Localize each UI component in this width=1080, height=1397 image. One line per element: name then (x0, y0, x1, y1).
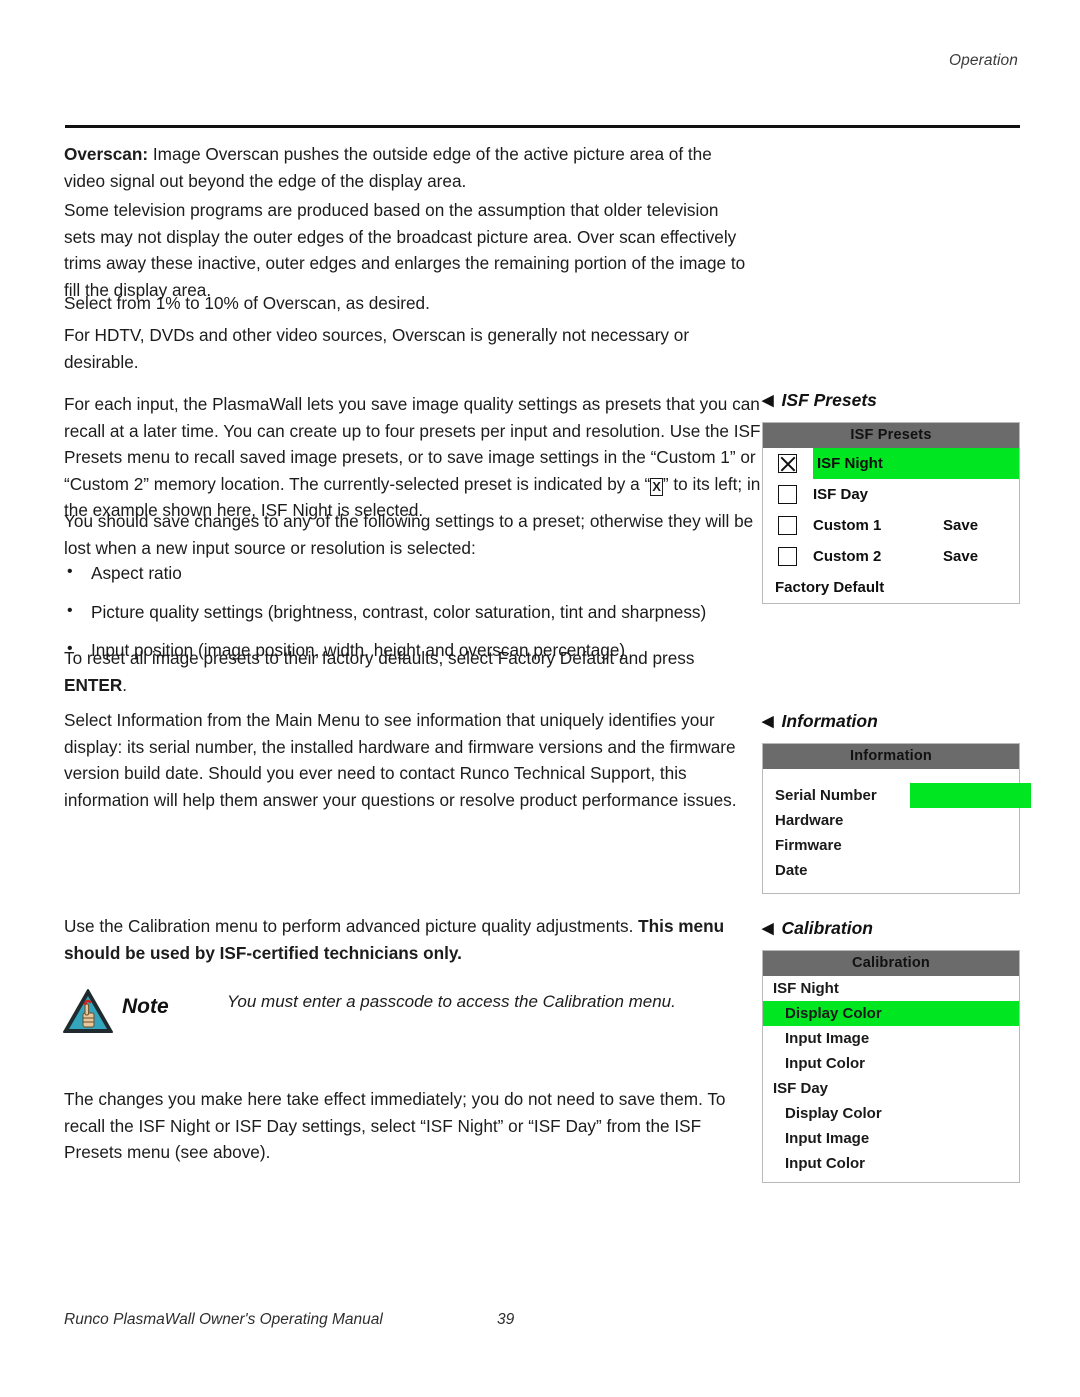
to-reset-text: To reset all image presets to their fact… (64, 648, 695, 668)
osd-spacer (763, 769, 1019, 783)
osd-row-custom-1[interactable]: Custom 1 Save (763, 510, 1019, 541)
paragraph-use-calibration: Use the Calibration menu to perform adva… (64, 913, 754, 966)
osd-row-isf-day[interactable]: ISF Day (763, 1076, 1019, 1101)
osd-label-custom-2: Custom 2 (813, 548, 882, 565)
osd-row-display-color-night[interactable]: Display Color (763, 1001, 1019, 1026)
checkbox-isf-day[interactable] (778, 485, 797, 504)
checkbox-custom-1[interactable] (778, 516, 797, 535)
osd-row-isf-night[interactable]: ISF Night (763, 448, 1019, 479)
paragraph-for-each-input: For each input, the PlasmaWall lets you … (64, 391, 764, 524)
paragraph-changes-immediate: The changes you make here take effect im… (64, 1089, 726, 1162)
osd-label-firmware: Firmware (775, 837, 842, 854)
figure-calibration: ◀ Calibration Calibration ISF Night Displ… (762, 918, 1020, 1183)
figure-caption-calibration: ◀ Calibration (762, 918, 1020, 939)
osd-title-information: Information (763, 744, 1019, 769)
osd-spacer (763, 883, 1019, 893)
osd-save-custom-2[interactable]: Save (943, 548, 1019, 565)
paragraph-some-television: Some television programs are produced ba… (64, 200, 746, 300)
osd-row-custom-2[interactable]: Custom 2 Save (763, 541, 1019, 572)
osd-save-custom-1[interactable]: Save (943, 517, 1019, 534)
osd-panel-isf-presets: ISF Presets ISF Night ISF Day Custom 1 S… (762, 422, 1020, 604)
paragraph-to-reset: To reset all image presets to their fact… (64, 645, 754, 698)
osd-row-isf-day[interactable]: ISF Day (763, 479, 1019, 510)
paragraph-select-information: Select Information from the Main Menu to… (64, 710, 737, 810)
osd-label-date: Date (775, 862, 808, 879)
left-arrow-icon: ◀ (762, 713, 774, 730)
osd-row-isf-night[interactable]: ISF Night (763, 976, 1019, 1001)
running-head: Operation (949, 52, 1018, 69)
osd-row-input-image-day[interactable]: Input Image (763, 1126, 1019, 1151)
osd-row-factory-default[interactable]: Factory Default (763, 572, 1019, 603)
osd-label-serial-number: Serial Number (775, 787, 877, 804)
footer-page-number: 39 (497, 1311, 515, 1328)
osd-label-hardware: Hardware (775, 812, 844, 829)
left-arrow-icon: ◀ (762, 920, 774, 937)
osd-row-date[interactable]: Date (763, 858, 1019, 883)
paragraph-hdtv: For HDTV, DVDs and other video sources, … (64, 325, 690, 372)
figure-caption-information: ◀ Information (762, 711, 1020, 732)
osd-label-isf-night: ISF Night (817, 455, 883, 472)
figure-caption-isf-presets: ◀ ISF Presets (762, 390, 1020, 411)
paragraph-select-range: Select from 1% to 10% of Overscan, as de… (64, 293, 430, 313)
checked-box-glyph: X (650, 477, 663, 496)
overscan-definition: Image Overscan pushes the outside edge o… (64, 144, 712, 191)
enter-key-label: ENTER (64, 674, 123, 695)
osd-body-calibration: ISF Night Display Color Input Image Inpu… (763, 976, 1019, 1182)
paragraph-you-should-save: You should save changes to any of the fo… (64, 511, 754, 558)
osd-row-input-color-day[interactable]: Input Color (763, 1151, 1019, 1176)
osd-row-input-color-night[interactable]: Input Color (763, 1051, 1019, 1076)
osd-row-serial-number[interactable]: Serial Number (763, 783, 1031, 808)
list-item: Picture quality settings (brightness, co… (64, 598, 754, 626)
warning-triangle-hand-icon (62, 987, 114, 1035)
overscan-term: Overscan: (64, 144, 149, 164)
checkbox-custom-2[interactable] (778, 547, 797, 566)
figure-caption-label: Calibration (781, 918, 873, 938)
figure-caption-label: Information (781, 711, 878, 731)
osd-body-isf-presets: ISF Night ISF Day Custom 1 Save Custom 2… (763, 448, 1019, 603)
footer-manual-title: Runco PlasmaWall Owner's Operating Manua… (64, 1311, 383, 1328)
osd-row-display-color-day[interactable]: Display Color (763, 1101, 1019, 1126)
osd-value-serial-number (910, 783, 1031, 808)
osd-row-input-image-night[interactable]: Input Image (763, 1026, 1019, 1051)
note-callout: Note You must enter a passcode to access… (62, 985, 762, 1047)
osd-title-isf-presets: ISF Presets (763, 423, 1019, 448)
note-label: Note (122, 995, 169, 1018)
checkbox-isf-night[interactable] (778, 454, 797, 473)
osd-label-isf-day: ISF Day (813, 486, 869, 503)
osd-label-factory-default: Factory Default (775, 579, 885, 596)
osd-row-firmware[interactable]: Firmware (763, 833, 1019, 858)
list-item: Aspect ratio (64, 559, 754, 587)
osd-title-calibration: Calibration (763, 951, 1019, 976)
osd-highlight-isf-night[interactable]: ISF Night (813, 448, 1019, 479)
note-text: You must enter a passcode to access the … (227, 992, 676, 1011)
osd-row-hardware[interactable]: Hardware (763, 808, 1019, 833)
osd-spacer (763, 1176, 1019, 1182)
osd-panel-information: Information Serial Number Hardware Firmw… (762, 743, 1031, 894)
osd-panel-calibration: Calibration ISF Night Display Color Inpu… (762, 950, 1020, 1183)
use-calibration-text: Use the Calibration menu to perform adva… (64, 916, 639, 936)
paragraph-overscan: Overscan: Image Overscan pushes the outs… (64, 141, 754, 194)
figure-caption-label: ISF Presets (781, 390, 877, 410)
figure-information: ◀ Information Information Serial Number H… (762, 711, 1031, 894)
osd-body-information: Serial Number Hardware Firmware Date (763, 769, 1031, 893)
to-reset-period: . (122, 674, 128, 695)
header-rule (65, 125, 1020, 128)
osd-label-custom-1: Custom 1 (813, 517, 882, 534)
figure-isf-presets: ◀ ISF Presets ISF Presets ISF Night ISF D… (762, 390, 1020, 604)
left-arrow-icon: ◀ (762, 392, 774, 409)
